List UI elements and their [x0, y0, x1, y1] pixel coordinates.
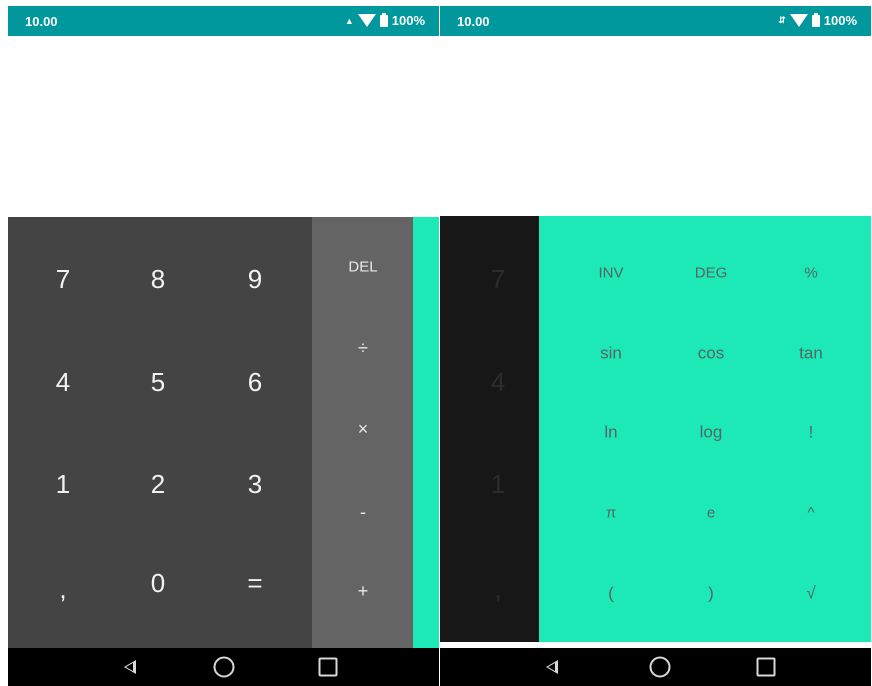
battery-icon: [811, 12, 820, 27]
key-sin[interactable]: sin: [600, 345, 622, 362]
key-open-paren[interactable]: (: [608, 585, 614, 602]
key-4[interactable]: 4: [56, 369, 70, 395]
key-delete[interactable]: DEL: [348, 260, 377, 275]
calculator-screen-basic: 10.00 ▲ 100% 7 8 9 4 5 6 1 2 3 , 0 = DEL…: [8, 6, 439, 686]
key-decimal: ,: [494, 574, 502, 604]
back-icon[interactable]: [124, 660, 136, 674]
wifi-icon: [357, 14, 376, 27]
back-icon[interactable]: [546, 660, 558, 674]
calculator-display[interactable]: [440, 36, 871, 217]
key-inv[interactable]: INV: [598, 266, 623, 281]
numeric-keypad: 7 8 9 4 5 6 1 2 3 , 0 =: [8, 217, 312, 648]
key-7[interactable]: 7: [56, 266, 70, 292]
data-arrows-icon: ⇵: [778, 15, 786, 25]
numeric-keypad-dimmed: 7 4 1 ,: [440, 216, 539, 642]
key-9[interactable]: 9: [248, 266, 262, 292]
key-decimal[interactable]: ,: [59, 576, 66, 602]
key-cos[interactable]: cos: [698, 345, 724, 362]
advanced-panel-handle[interactable]: [413, 217, 439, 648]
key-5[interactable]: 5: [151, 369, 165, 395]
key-subtract[interactable]: -: [360, 503, 366, 521]
key-1: 1: [490, 469, 506, 499]
home-icon[interactable]: [213, 656, 235, 678]
status-icons: ▲ 100%: [344, 12, 425, 28]
key-0[interactable]: 0: [151, 570, 165, 596]
key-power[interactable]: ^: [807, 506, 814, 521]
status-bar: 10.00 ▲ 100%: [8, 6, 439, 36]
key-2[interactable]: 2: [151, 471, 165, 497]
battery-percent: 100%: [823, 13, 857, 28]
operator-keypad: DEL ÷ × - +: [312, 217, 413, 648]
status-icons: ⇵ 100%: [778, 12, 857, 28]
key-4: 4: [490, 367, 506, 397]
key-ln[interactable]: ln: [604, 424, 617, 441]
key-factorial[interactable]: !: [809, 424, 814, 441]
key-deg[interactable]: DEG: [695, 266, 728, 281]
recents-icon[interactable]: [318, 657, 338, 677]
recents-icon[interactable]: [756, 657, 776, 677]
key-log[interactable]: log: [700, 424, 723, 441]
wifi-icon: [789, 14, 808, 27]
advanced-panel: INV DEG % sin cos tan ln log ! π e ^ ( )…: [539, 216, 871, 642]
battery-percent: 100%: [391, 13, 425, 28]
battery-icon: [379, 12, 388, 27]
status-time: 10.00: [25, 14, 58, 29]
home-icon[interactable]: [649, 656, 671, 678]
key-3[interactable]: 3: [248, 471, 262, 497]
key-multiply[interactable]: ×: [358, 420, 369, 438]
navigation-bar: [8, 648, 439, 686]
key-sqrt[interactable]: √: [806, 585, 815, 602]
key-1[interactable]: 1: [56, 471, 70, 497]
key-e[interactable]: e: [707, 506, 715, 521]
key-6[interactable]: 6: [248, 369, 262, 395]
key-close-paren[interactable]: ): [708, 585, 714, 602]
status-time: 10.00: [457, 14, 490, 29]
key-divide[interactable]: ÷: [358, 339, 368, 357]
key-add[interactable]: +: [358, 582, 369, 600]
key-percent[interactable]: %: [804, 266, 817, 281]
key-tan[interactable]: tan: [799, 345, 823, 362]
key-7: 7: [490, 264, 506, 294]
data-arrows-icon: ▲: [344, 15, 354, 26]
key-8[interactable]: 8: [151, 266, 165, 292]
key-pi[interactable]: π: [606, 506, 616, 521]
key-equals[interactable]: =: [247, 570, 262, 596]
calculator-screen-advanced: 10.00 ⇵ 100% 7 4 1 , INV DEG % sin cos t…: [440, 6, 871, 686]
navigation-bar: [440, 648, 871, 686]
calculator-display[interactable]: [8, 36, 439, 217]
status-bar: 10.00 ⇵ 100%: [440, 6, 871, 36]
